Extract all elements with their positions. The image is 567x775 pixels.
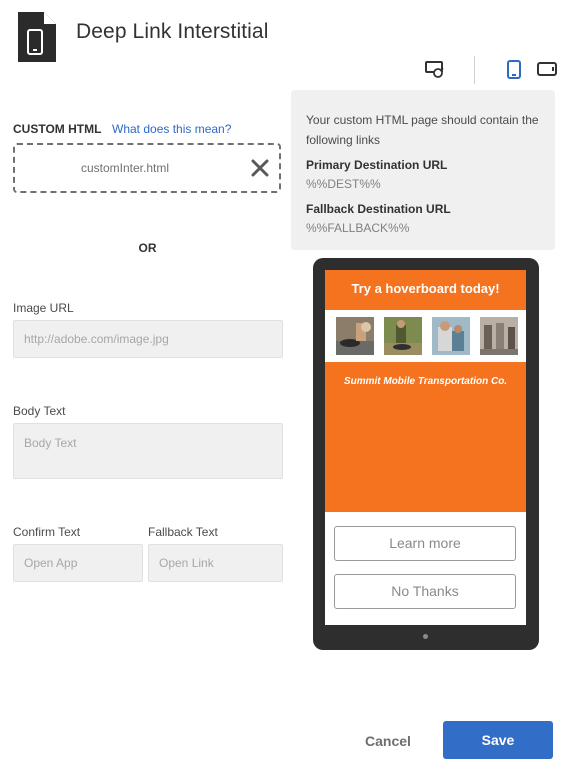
document-mobile-icon [18,12,56,62]
preview-header: Try a hoverboard today! [325,270,526,310]
preview-company: Summit Mobile Transportation Co. [343,376,508,387]
fallback-text-input[interactable] [148,544,283,582]
or-separator: OR [138,241,157,255]
phone-portrait-icon[interactable] [507,60,521,79]
body-text-input[interactable] [13,423,283,479]
primary-destination-heading: Primary Destination URL [306,158,448,172]
help-link[interactable]: What does this mean? [112,122,231,136]
refresh-preview-icon[interactable] [425,59,445,79]
uploaded-file-name: customInter.html [80,161,170,175]
custom-html-dropzone[interactable]: customInter.html [13,143,281,193]
hoverboard-photo-1 [336,317,374,355]
fallback-destination-token: %%FALLBACK%% [306,221,410,235]
save-button[interactable]: Save [443,721,553,759]
body-text-label: Body Text [13,404,66,418]
confirm-text-label: Confirm Text [13,525,81,539]
confirm-text-input[interactable] [13,544,143,582]
preview-screen: Try a hoverboard today! Summit Mobile Tr… [325,270,526,625]
toolbar-divider [474,56,475,84]
hoverboard-photo-4 [480,317,518,355]
required-links-info: Your custom HTML page should contain the… [291,90,555,250]
preview-image-strip [325,310,526,362]
fallback-destination-heading: Fallback Destination URL [306,202,451,216]
hoverboard-photo-3 [432,317,470,355]
device-preview: Try a hoverboard today! Summit Mobile Tr… [313,258,539,650]
hoverboard-photo-2 [384,317,422,355]
image-url-label: Image URL [13,301,74,315]
no-thanks-button[interactable]: No Thanks [334,574,516,609]
info-intro: Your custom HTML page should contain the… [306,113,539,147]
remove-file-icon[interactable] [249,157,271,179]
learn-more-button[interactable]: Learn more [334,526,516,561]
preview-headline: Try a hoverboard today! [351,281,500,296]
cancel-button[interactable]: Cancel [350,724,426,758]
fallback-text-label: Fallback Text [148,525,218,539]
image-url-input[interactable] [13,320,283,358]
primary-destination-token: %%DEST%% [306,177,381,191]
tablet-landscape-icon[interactable] [537,62,557,76]
custom-html-label: CUSTOM HTML [13,122,102,136]
page-title: Deep Link Interstitial [76,20,269,43]
preview-body: Summit Mobile Transportation Co. [325,362,526,512]
home-indicator [423,634,428,639]
